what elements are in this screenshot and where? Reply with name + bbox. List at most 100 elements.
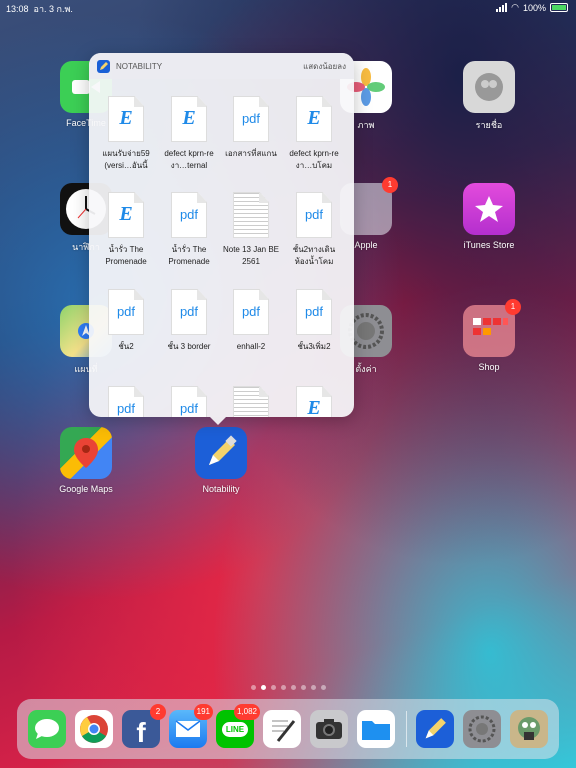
file-item[interactable]: Edefect kprn-re งา…บโคม: [281, 96, 347, 172]
pdf-file-icon: pdf: [233, 289, 269, 335]
battery-percent: 100%: [522, 2, 546, 13]
dock-facebook[interactable]: f 2: [122, 704, 166, 748]
page-dot-current: [260, 685, 266, 690]
pdf-file-icon: pdf: [171, 289, 207, 335]
file-glyph: pdf: [304, 207, 324, 222]
signal-icon: [496, 3, 508, 12]
file-item[interactable]: pdf ชั้น 3 border: [156, 289, 222, 365]
facebook-f-icon: f: [136, 717, 146, 748]
pdf-file-icon: pdf: [296, 192, 332, 238]
page-indicator[interactable]: [0, 685, 576, 690]
dock-notes-app[interactable]: [263, 710, 301, 748]
notification-badge: 1: [505, 299, 521, 315]
pdf-file-icon: pdf: [171, 386, 207, 417]
dock-notability[interactable]: [416, 710, 454, 748]
file-item[interactable]: pdf ชั้น2: [93, 289, 159, 365]
contacts-icon: [463, 61, 515, 113]
file-glyph: pdf: [179, 401, 199, 416]
file-name: ชั้น2ทางเดิน ห้องน้ำโคม: [292, 245, 336, 266]
app-label: Notability: [202, 484, 240, 494]
dock-camera[interactable]: [310, 710, 348, 748]
file-glyph: pdf: [116, 304, 136, 319]
file-name: ชั้น 3 border: [167, 342, 211, 351]
status-right: ◠ 100%: [496, 2, 568, 13]
folder-icon: [362, 721, 390, 740]
notability-doc-icon: E: [108, 96, 144, 142]
file-glyph: pdf: [116, 401, 136, 416]
dock-messages[interactable]: [28, 710, 66, 748]
app-notability[interactable]: Notability: [181, 427, 261, 494]
notability-pencil-icon: [195, 427, 247, 479]
itunes-star-icon: [463, 183, 515, 235]
dock-settings[interactable]: [463, 710, 501, 748]
file-name: defect kprn-re งา…บโคม: [289, 149, 339, 170]
show-less-button[interactable]: แสดงน้อยลง: [303, 60, 346, 73]
page-dot: [320, 685, 326, 690]
camera-icon: [316, 719, 342, 739]
file-glyph: E: [119, 107, 133, 129]
file-glyph: pdf: [241, 304, 261, 319]
popup-app-name: NOTABILITY: [116, 61, 163, 71]
page-dot: [270, 685, 276, 690]
app-contacts[interactable]: รายชื่อ: [449, 61, 529, 132]
file-item[interactable]: pdf: [93, 386, 159, 417]
file-item[interactable]: pdf น้ำรั่ว The Promenade: [156, 192, 222, 268]
dock-files[interactable]: [357, 710, 395, 748]
file-item[interactable]: pdf เอกสารที่สแกน: [218, 96, 284, 172]
page-dot: [300, 685, 306, 690]
file-glyph: pdf: [241, 111, 261, 126]
file-glyph: pdf: [304, 304, 324, 319]
dock-game-app[interactable]: [510, 710, 548, 748]
notepad-pencil-icon: [272, 720, 296, 742]
status-time-date: 13:08 อา. 3 ก.พ.: [6, 4, 73, 14]
dock: f 2 191 LINE 1,082: [17, 699, 559, 759]
notification-badge: 191: [193, 704, 213, 720]
monster-character-icon: [518, 717, 540, 740]
file-glyph: E: [307, 107, 321, 129]
notification-badge: 1: [382, 177, 398, 193]
file-item[interactable]: Note 13 Jan BE 2561: [218, 192, 284, 268]
dock-mail[interactable]: 191: [169, 704, 213, 748]
page-dot: [250, 685, 256, 690]
file-item[interactable]: [218, 386, 284, 417]
file-item[interactable]: pdf enhall-2: [218, 289, 284, 365]
file-item[interactable]: E น้ำรั่ว The Promenade: [93, 192, 159, 268]
app-google-maps[interactable]: Google Maps: [46, 427, 126, 494]
pdf-file-icon: pdf: [108, 386, 144, 417]
note-thumbnail-icon: [233, 386, 269, 417]
file-name: enhall-2: [236, 342, 266, 351]
file-glyph: pdf: [179, 304, 199, 319]
notability-pencil-icon: [425, 718, 446, 739]
pdf-file-icon: pdf: [233, 96, 269, 142]
file-item[interactable]: E แผนรับจ่าย59 (versi…อันนี้: [93, 96, 159, 172]
file-item[interactable]: pdf ชั้น2ทางเดิน ห้องน้ำโคม: [281, 192, 347, 268]
file-name: Note 13 Jan BE 2561: [222, 245, 280, 266]
app-label: Shop: [478, 362, 500, 372]
notability-doc-icon: E: [296, 96, 332, 142]
dock-chrome[interactable]: [75, 710, 113, 748]
page-dot: [290, 685, 296, 690]
file-name: ชั้น2: [118, 342, 134, 351]
notability-doc-icon: E: [108, 192, 144, 238]
file-item[interactable]: pdf ชั้น3เพิ่ม2: [281, 289, 347, 365]
notification-badge: 2: [150, 704, 166, 720]
pdf-file-icon: pdf: [296, 289, 332, 335]
file-name: defect kprn-re งา…ternal: [164, 149, 214, 170]
app-folder-shop[interactable]: 1 Shop: [449, 299, 529, 372]
folder-icon: 1: [463, 299, 521, 357]
file-item[interactable]: Edefect kprn-re งา…ternal: [156, 96, 222, 172]
app-itunes-store[interactable]: iTunes Store: [449, 183, 529, 250]
pdf-file-icon: pdf: [171, 192, 207, 238]
notability-doc-icon: E: [171, 96, 207, 142]
file-name: เอกสารที่สแกน: [225, 149, 277, 158]
pdf-file-icon: pdf: [108, 289, 144, 335]
file-item[interactable]: pdf: [156, 386, 222, 417]
line-chat-icon: LINE: [221, 721, 249, 737]
file-name: ชั้น3เพิ่ม2: [297, 342, 331, 351]
note-thumbnail-icon: [233, 192, 269, 238]
file-glyph: pdf: [179, 207, 199, 222]
file-item[interactable]: E: [281, 386, 347, 417]
page-dot: [280, 685, 286, 690]
notability-quick-actions-popup: NOTABILITY แสดงน้อยลง E แผนรับจ่าย59 (ver…: [89, 53, 354, 417]
dock-line[interactable]: LINE 1,082: [216, 704, 260, 748]
